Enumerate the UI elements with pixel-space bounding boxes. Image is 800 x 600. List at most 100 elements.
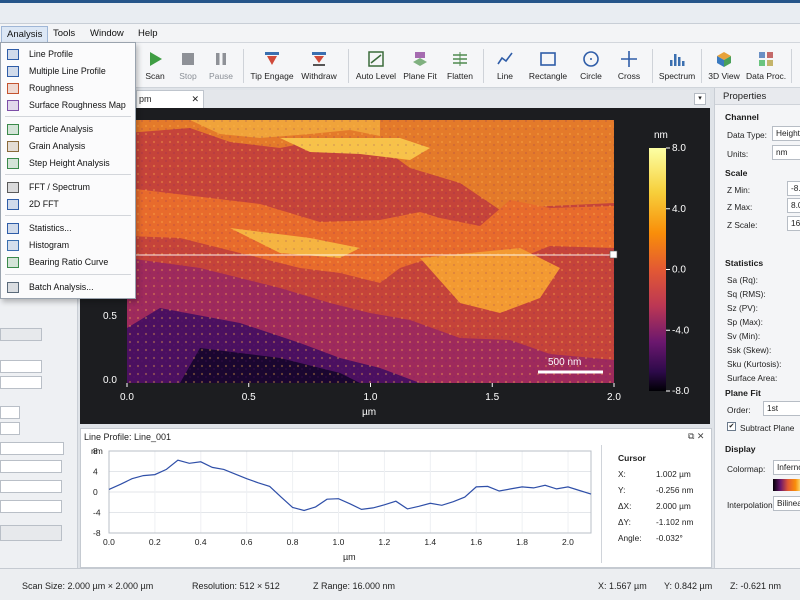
interpolation-select[interactable]: Bilinear — [773, 496, 800, 511]
pause-button[interactable]: Pause — [206, 47, 236, 87]
rectangle-tool-label: Rectangle — [528, 71, 568, 81]
zscale-label: Z Scale: — [727, 220, 758, 230]
spectrum-button[interactable]: Spectrum — [658, 47, 696, 87]
menu-item-multiple-line-profile[interactable]: Multiple Line Profile — [1, 63, 135, 80]
plane-fit-button[interactable]: Plane Fit — [400, 47, 440, 87]
auto-level-button[interactable]: Auto Level — [355, 47, 397, 87]
menu-help[interactable]: Help — [133, 26, 163, 42]
menu-item-step-height[interactable]: Step Height Analysis — [1, 155, 135, 172]
profile-x-tick-label: 1.6 — [470, 537, 482, 547]
multiple-line-profile-icon — [7, 66, 19, 77]
document-tab[interactable]: pm ✕ — [136, 90, 204, 108]
surface-roughness-map-icon — [7, 100, 19, 111]
menu-item-batch-analysis[interactable]: Batch Analysis... — [1, 279, 135, 296]
menu-item-label: Batch Analysis... — [29, 282, 94, 292]
left-spin-1[interactable] — [0, 360, 42, 373]
subtract-plane-checkbox[interactable]: ✔ — [727, 422, 736, 431]
rectangle-tool-button[interactable]: Rectangle — [528, 47, 568, 87]
profile-panel-title: Line Profile: Line_001 — [84, 432, 172, 442]
menu-item-roughness[interactable]: Roughness — [1, 80, 135, 97]
menu-item-bearing-ratio[interactable]: Bearing Ratio Curve — [1, 254, 135, 271]
data-processing-button[interactable]: Data Proc. — [746, 47, 786, 87]
left-combo-4[interactable] — [0, 442, 64, 455]
cross-tool-button[interactable]: Cross — [614, 47, 644, 87]
left-spin-3[interactable] — [0, 460, 62, 473]
left-spin-2[interactable] — [0, 376, 42, 389]
stop-button[interactable]: Stop — [173, 47, 203, 87]
chevron-down-icon[interactable]: ▾ — [694, 93, 706, 105]
cursor-row-value: 1.002 µm — [656, 469, 691, 479]
left-combo-2[interactable] — [0, 406, 20, 419]
zmax-label: Z Max: — [727, 202, 753, 212]
2d-fft-icon — [7, 199, 19, 210]
left-spin-5[interactable] — [0, 500, 62, 513]
withdraw-button[interactable]: Withdraw — [299, 47, 339, 87]
spectrum-label: Spectrum — [658, 71, 696, 81]
scan-label: Scan — [145, 71, 165, 81]
flatten-button[interactable]: Flatten — [443, 47, 477, 87]
statistic-label: Sz (PV): — [727, 303, 758, 313]
statistic-label: Sp (Max): — [727, 317, 763, 327]
statistics-icon — [7, 223, 19, 234]
cursor-row-label: Y: — [618, 485, 626, 495]
menu-item-statistics[interactable]: Statistics... — [1, 220, 135, 237]
document-tab-label: pm — [139, 94, 152, 104]
menu-item-label: Roughness — [29, 83, 74, 93]
data-type-select[interactable]: Height — [772, 126, 800, 141]
cursor-row-label: Angle: — [618, 533, 642, 543]
zmax-input[interactable]: 8.0 — [787, 198, 800, 213]
circle-tool-button[interactable]: Circle — [576, 47, 606, 87]
menu-item-2d-fft[interactable]: 2D FFT — [1, 196, 135, 213]
withdraw-label: Withdraw — [301, 71, 337, 81]
left-combo-1[interactable] — [0, 328, 42, 341]
menu-item-fft[interactable]: FFT / Spectrum — [1, 179, 135, 196]
left-spin-4[interactable] — [0, 480, 62, 493]
profile-line-handle[interactable] — [609, 250, 618, 259]
properties-title: Properties — [723, 91, 767, 102]
colormap-select[interactable]: Inferno — [773, 460, 800, 475]
colorbar — [649, 148, 666, 391]
menu-tools[interactable]: Tools — [48, 26, 80, 42]
menu-analysis[interactable]: Analysis — [1, 26, 49, 42]
menu-item-label: Statistics... — [29, 223, 72, 233]
statistic-label: Sku (Kurtosis): — [727, 359, 782, 369]
tip-engage-button[interactable]: Tip Engage — [250, 47, 294, 87]
scan-button[interactable]: Scan — [140, 47, 170, 87]
plane-fit-heading: Plane Fit — [725, 388, 761, 398]
display-heading: Display — [725, 444, 756, 454]
menu-window[interactable]: Window — [85, 26, 129, 42]
circle-tool-label: Circle — [580, 71, 602, 81]
close-icon[interactable]: ✕ — [191, 91, 199, 107]
3d-view-button[interactable]: 3D View — [706, 47, 742, 87]
scale-bar-label: 500 nm — [548, 357, 581, 368]
image-y-tick-label: 0.5 — [103, 311, 117, 322]
line-tool-button[interactable]: Line — [490, 47, 520, 87]
colormap-label: Colormap: — [727, 464, 766, 474]
height-map[interactable] — [127, 120, 614, 383]
zscale-input[interactable]: 16. — [787, 216, 800, 231]
units-select[interactable]: nm — [772, 145, 800, 160]
data-processing-icon — [759, 52, 773, 66]
menu-item-particle-analysis[interactable]: Particle Analysis — [1, 121, 135, 138]
order-select[interactable]: 1st — [763, 401, 800, 416]
scale-heading: Scale — [725, 168, 748, 178]
profile-y-tick-label: 0 — [93, 487, 98, 497]
left-combo-3[interactable] — [0, 422, 20, 435]
menu-item-surface-roughness-map[interactable]: Surface Roughness Map — [1, 97, 135, 114]
plane-fit-icon — [413, 52, 427, 66]
statistic-label: Sv (Min): — [727, 331, 761, 341]
left-button[interactable] — [0, 525, 62, 541]
status-z-range: Z Range: 16.000 nm — [313, 581, 396, 591]
zmin-input[interactable]: -8. — [787, 181, 800, 196]
menu-item-line-profile[interactable]: Line Profile — [1, 46, 135, 63]
menu-item-label: FFT / Spectrum — [29, 182, 90, 192]
play-icon — [150, 52, 162, 66]
profile-panel-controls[interactable]: ⧉ ✕ — [688, 431, 704, 442]
menu-item-label: Histogram — [29, 240, 70, 250]
image-x-tick-label: 1.5 — [485, 392, 499, 403]
cursor-row-value: -1.102 nm — [656, 517, 694, 527]
profile-y-tick-label: -8 — [93, 528, 101, 538]
menu-item-histogram[interactable]: Histogram — [1, 237, 135, 254]
flatten-label: Flatten — [447, 71, 473, 81]
menu-item-grain-analysis[interactable]: Grain Analysis — [1, 138, 135, 155]
